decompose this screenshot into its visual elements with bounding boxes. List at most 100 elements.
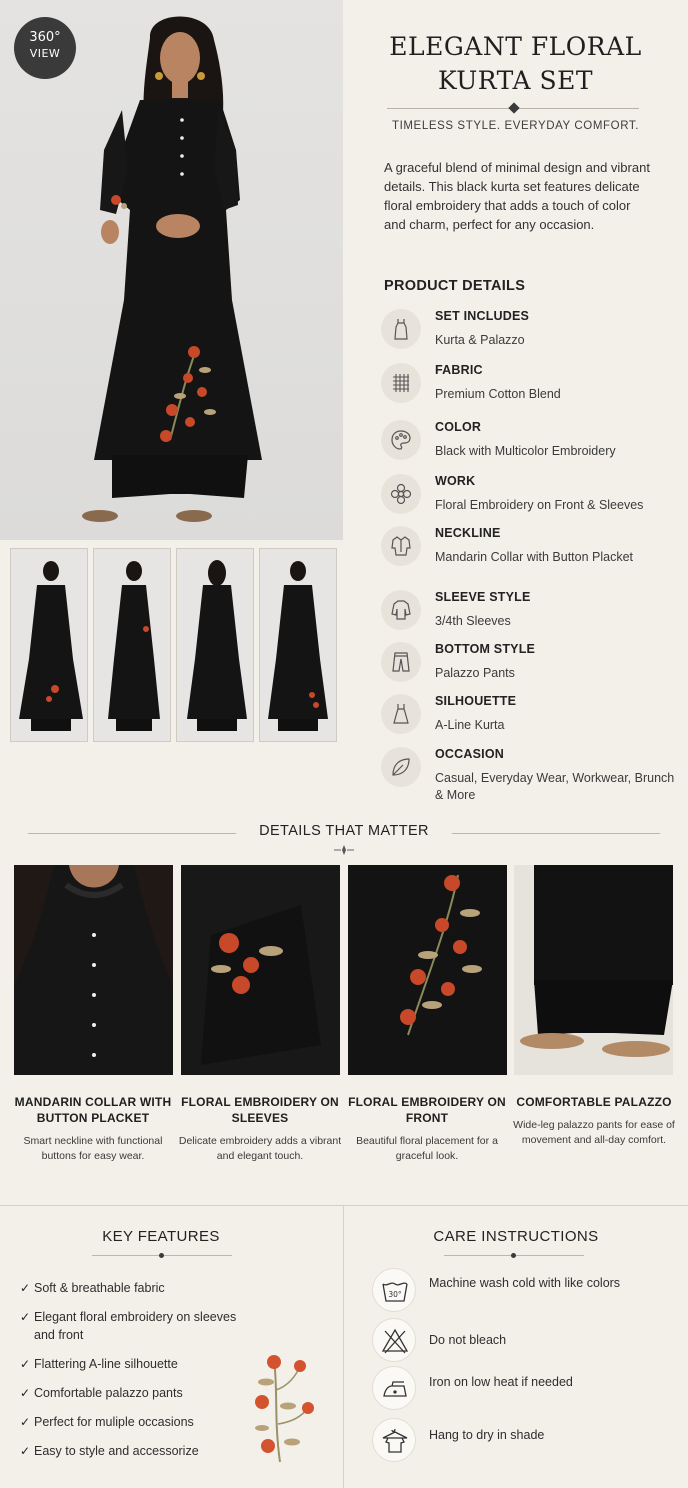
360-view-button[interactable]: 360° VIEW — [14, 17, 76, 79]
caption-sleeve: FLORAL EMBROIDERY ON SLEEVES Delicate em… — [176, 1094, 344, 1164]
wash-temperature: 30° — [388, 1290, 402, 1299]
detail-label: BOTTOM STYLE — [435, 642, 536, 656]
closeup-palazzo-image — [520, 865, 673, 1057]
feature-item: ✓ Comfortable palazzo pants — [20, 1384, 260, 1402]
care-text: Hang to dry in shade — [429, 1428, 545, 1442]
iron-icon — [372, 1366, 416, 1410]
360-view-number: 360° — [29, 30, 61, 45]
key-features-heading: KEY FEATURES — [102, 1228, 220, 1245]
palette-icon — [381, 420, 421, 460]
detail-label: FABRIC — [435, 363, 483, 377]
closeup-palazzo[interactable] — [514, 865, 673, 1075]
care-dot — [511, 1253, 516, 1258]
closeup-sleeve[interactable] — [181, 865, 340, 1075]
thumbnail-side-image — [108, 561, 160, 731]
thumbnail-front[interactable] — [10, 548, 88, 742]
feature-text: Elegant floral embroidery on sleeves and… — [34, 1310, 237, 1342]
feature-text: Soft & breathable fabric — [34, 1281, 165, 1295]
thumbnail-front-image — [19, 561, 83, 731]
closeup-collar-image — [14, 865, 173, 1057]
caption-title: FLORAL EMBROIDERY ON FRONT — [348, 1095, 506, 1125]
detail-label: SLEEVE STYLE — [435, 590, 531, 604]
product-title-line2: KURTA SET — [437, 66, 594, 95]
feature-item: ✓ Perfect for muliple occasions — [20, 1413, 260, 1431]
caption-collar: MANDARIN COLLAR WITH BUTTON PLACKET Smar… — [9, 1094, 177, 1164]
feature-item: ✓ Elegant floral embroidery on sleeves an… — [20, 1308, 260, 1344]
feature-text: Perfect for muliple occasions — [34, 1415, 194, 1429]
feature-item: ✓ Soft & breathable fabric — [20, 1279, 260, 1297]
detail-label: SILHOUETTE — [435, 694, 517, 708]
detail-label: OCCASION — [435, 747, 504, 761]
detail-value: Palazzo Pants — [435, 666, 515, 680]
caption-text: Wide-leg palazzo pants for ease of movem… — [513, 1119, 675, 1146]
shirt-collar-icon — [381, 526, 421, 566]
thumbnail-angle-image — [268, 561, 328, 731]
thumbnail-side[interactable] — [93, 548, 171, 742]
caption-palazzo: COMFORTABLE PALAZZO Wide-leg palazzo pan… — [510, 1094, 678, 1148]
detail-label: SET INCLUDES — [435, 309, 530, 323]
detail-value: Black with Multicolor Embroidery — [435, 444, 616, 458]
check-icon: ✓ — [20, 1357, 31, 1371]
thumbnail-back[interactable] — [176, 548, 254, 742]
feature-text: Comfortable palazzo pants — [34, 1386, 183, 1400]
check-icon: ✓ — [20, 1281, 31, 1295]
feature-item: ✓ Easy to style and accessorize — [20, 1442, 260, 1460]
check-icon: ✓ — [20, 1310, 31, 1324]
hero-product-photo[interactable]: 360° VIEW — [0, 0, 343, 540]
detail-value: Floral Embroidery on Front & Sleeves — [435, 498, 644, 512]
caption-title: COMFORTABLE PALAZZO — [516, 1095, 672, 1109]
product-title: ELEGANT FLORAL KURTA SET — [343, 30, 688, 98]
caption-text: Beautiful floral placement for a gracefu… — [356, 1135, 498, 1162]
360-view-label: VIEW — [29, 47, 61, 60]
no-bleach-icon — [372, 1318, 416, 1362]
detail-value: Kurta & Palazzo — [435, 333, 525, 347]
caption-front: FLORAL EMBROIDERY ON FRONT Beautiful flo… — [343, 1094, 511, 1164]
thumbnail-angle[interactable] — [259, 548, 337, 742]
wash-30-icon: 30° — [372, 1268, 416, 1312]
detail-value: A-Line Kurta — [435, 718, 505, 732]
a-line-dress-icon — [381, 694, 421, 734]
thumbnail-strip — [10, 548, 340, 742]
title-divider-diamond — [508, 102, 520, 114]
care-text: Machine wash cold with like colors — [429, 1276, 621, 1290]
feature-text: Easy to style and accessorize — [34, 1444, 199, 1458]
check-icon: ✓ — [20, 1415, 31, 1429]
product-title-line1: ELEGANT FLORAL — [389, 32, 642, 61]
dress-icon — [381, 309, 421, 349]
ornament-icon — [334, 845, 354, 855]
detail-value: Casual, Everyday Wear, Workwear, Brunch … — [435, 771, 675, 802]
care-text: Iron on low heat if needed — [429, 1375, 573, 1389]
sleeve-icon — [381, 590, 421, 630]
model-figure — [82, 16, 262, 522]
closeup-collar[interactable] — [14, 865, 173, 1075]
section-divider — [0, 1205, 688, 1206]
fabric-weave-icon — [381, 363, 421, 403]
detail-label: NECKLINE — [435, 526, 501, 540]
feature-text: Flattering A-line silhouette — [34, 1357, 178, 1371]
thumbnail-back-image — [187, 560, 247, 731]
caption-title: FLORAL EMBROIDERY ON SLEEVES — [181, 1095, 339, 1125]
floral-motif-icon — [255, 1355, 314, 1463]
check-icon: ✓ — [20, 1386, 31, 1400]
detail-label: COLOR — [435, 420, 482, 434]
key-features-dot — [159, 1253, 164, 1258]
details-heading: DETAILS THAT MATTER — [259, 823, 429, 839]
care-heading: CARE INSTRUCTIONS — [433, 1228, 599, 1245]
product-tagline: TIMELESS STYLE. EVERYDAY COMFORT. — [391, 120, 640, 132]
care-text: Do not bleach — [429, 1333, 507, 1347]
caption-text: Smart neckline with functional buttons f… — [23, 1135, 163, 1162]
feature-item: ✓ Flattering A-line silhouette — [20, 1355, 260, 1373]
closeup-front-image — [348, 865, 507, 1075]
detail-value: Premium Cotton Blend — [435, 387, 561, 401]
caption-text: Delicate embroidery adds a vibrant and e… — [178, 1135, 342, 1162]
detail-value: Mandarin Collar with Button Placket — [435, 550, 634, 564]
product-details-heading: PRODUCT DETAILS — [384, 278, 526, 294]
leaf-icon — [381, 747, 421, 787]
product-info: ELEGANT FLORAL KURTA SET TIMELESS STYLE.… — [343, 0, 688, 820]
panel-divider — [343, 1206, 344, 1488]
closeup-front[interactable] — [348, 865, 507, 1075]
detail-label: WORK — [435, 474, 476, 488]
product-description: A graceful blend of minimal design and v… — [384, 160, 650, 232]
detail-value: 3/4th Sleeves — [435, 614, 511, 628]
pants-icon — [381, 642, 421, 682]
